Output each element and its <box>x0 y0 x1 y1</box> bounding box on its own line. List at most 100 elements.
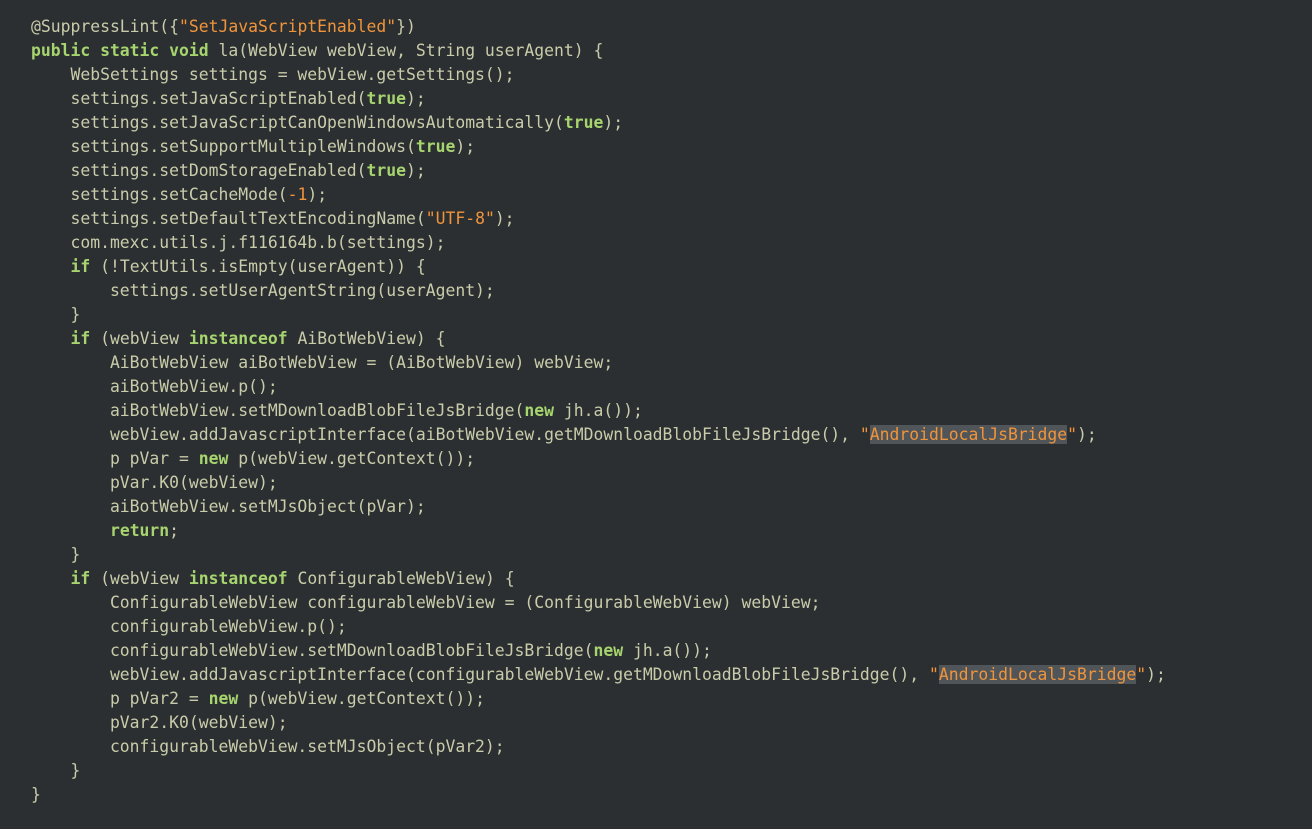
code-line: settings.setDomStorageEnabled(true); <box>31 159 1166 183</box>
code-line: configurableWebView.setMDownloadBlobFile… <box>31 639 1166 663</box>
code-text: aiBotWebView.setMJsObject(pVar); <box>31 497 426 516</box>
code-text: p(webView.getContext()); <box>238 689 485 708</box>
code-keyword: if <box>70 569 91 588</box>
code-line: webView.addJavascriptInterface(aiBotWebV… <box>31 423 1166 447</box>
code-text: com.mexc.utils.j.f116164b.b(settings); <box>31 233 446 252</box>
code-text: (webView <box>90 329 189 348</box>
code-text: WebSettings settings = webView.getSettin… <box>31 65 515 84</box>
code-line: configurableWebView.p(); <box>31 615 1166 639</box>
code-text: configurableWebView.p(); <box>31 617 347 636</box>
code-line: settings.setJavaScriptCanOpenWindowsAuto… <box>31 111 1166 135</box>
code-line: return; <box>31 519 1166 543</box>
code-text: ConfigurableWebView) { <box>287 569 515 588</box>
code-text: AiBotWebView aiBotWebView = (AiBotWebVie… <box>31 353 614 372</box>
code-line: webView.addJavascriptInterface(configura… <box>31 663 1166 687</box>
code-keyword: instanceof <box>188 329 288 348</box>
code-line: aiBotWebView.setMDownloadBlobFileJsBridg… <box>31 399 1166 423</box>
code-string: " <box>859 425 870 444</box>
code-text: configurableWebView.setMDownloadBlobFile… <box>31 641 594 660</box>
code-highlighted-string: AndroidLocalJsBridge <box>869 425 1068 444</box>
code-line: configurableWebView.setMJsObject(pVar2); <box>31 735 1166 759</box>
code-keyword: true <box>415 137 456 156</box>
code-string: " <box>929 665 939 684</box>
code-line: } <box>31 783 1166 807</box>
code-line: } <box>31 303 1166 327</box>
code-line: settings.setJavaScriptEnabled(true); <box>31 87 1166 111</box>
code-editor[interactable]: @SuppressLint({"SetJavaScriptEnabled"}) p… <box>0 0 1312 829</box>
code-string: "UTF-8" <box>425 209 495 228</box>
code-line: if (!TextUtils.isEmpty(userAgent)) { <box>31 255 1166 279</box>
code-line: } <box>31 759 1166 783</box>
code-text: ); <box>494 209 515 228</box>
code-text: settings.setSupportMultipleWindows( <box>31 137 416 156</box>
code-line: pVar.K0(webView); <box>31 471 1166 495</box>
code-text: pVar2.K0(webView); <box>31 713 288 732</box>
code-text: settings.setUserAgentString(userAgent); <box>31 281 495 300</box>
code-text: ConfigurableWebView configurableWebView … <box>31 593 821 612</box>
code-text: ); <box>455 137 476 156</box>
code-string: "SetJavaScriptEnabled" <box>179 17 397 36</box>
code-text: configurableWebView.setMJsObject(pVar2); <box>31 737 505 756</box>
code-keyword: new <box>198 449 229 468</box>
code-text: settings.setCacheMode( <box>31 185 288 204</box>
code-line: WebSettings settings = webView.getSettin… <box>31 63 1166 87</box>
code-line: pVar2.K0(webView); <box>31 711 1166 735</box>
code-text: aiBotWebView.setMDownloadBlobFileJsBridg… <box>31 401 525 420</box>
code-text: @SuppressLint({ <box>31 17 180 36</box>
code-keyword: new <box>593 641 624 660</box>
code-line: AiBotWebView aiBotWebView = (AiBotWebVie… <box>31 351 1166 375</box>
code-line: p pVar = new p(webView.getContext()); <box>31 447 1166 471</box>
code-text: ; <box>169 521 180 540</box>
code-keyword: true <box>563 113 604 132</box>
code-line: settings.setDefaultTextEncodingName("UTF… <box>31 207 1166 231</box>
code-text: } <box>31 761 81 780</box>
code-text: AiBotWebView) { <box>287 329 446 348</box>
code-text: ); <box>406 161 426 180</box>
code-line: settings.setSupportMultipleWindows(true)… <box>31 135 1166 159</box>
code-line: @SuppressLint({"SetJavaScriptEnabled"}) <box>31 15 1166 39</box>
code-text: webView.addJavascriptInterface(aiBotWebV… <box>31 425 860 444</box>
code-keyword: new <box>524 401 555 420</box>
code-line: ConfigurableWebView configurableWebView … <box>31 591 1166 615</box>
code-number: -1 <box>287 185 308 204</box>
code-highlighted-string: AndroidLocalJsBridge <box>938 665 1137 684</box>
code-keyword: return <box>109 521 170 540</box>
code-text: } <box>31 305 81 324</box>
code-text: settings.setJavaScriptCanOpenWindowsAuto… <box>31 113 564 132</box>
code-text: } <box>31 545 81 564</box>
code-text: ); <box>1146 665 1166 684</box>
code-text: la(WebView webView, String userAgent) { <box>208 41 604 60</box>
code-text: ); <box>406 89 426 108</box>
code-line: com.mexc.utils.j.f116164b.b(settings); <box>31 231 1166 255</box>
code-line: settings.setUserAgentString(userAgent); <box>31 279 1166 303</box>
code-line: aiBotWebView.setMJsObject(pVar); <box>31 495 1166 519</box>
code-text: (webView <box>90 569 189 588</box>
code-keyword: if <box>70 257 91 276</box>
code-keyword: public static void <box>31 41 209 60</box>
code-text: ); <box>1077 425 1097 444</box>
code-text: pVar.K0(webView); <box>31 473 278 492</box>
code-text: settings.setJavaScriptEnabled( <box>31 89 367 108</box>
code-text: settings.setDomStorageEnabled( <box>31 161 367 180</box>
code-line: public static void la(WebView webView, S… <box>31 39 1166 63</box>
code-text: webView.addJavascriptInterface(configura… <box>31 665 929 684</box>
code-text: p pVar2 = <box>31 689 209 708</box>
code-text: jh.a()); <box>623 641 712 660</box>
code-text: ); <box>307 185 328 204</box>
code-line: aiBotWebView.p(); <box>31 375 1166 399</box>
code-text: settings.setDefaultTextEncodingName( <box>31 209 426 228</box>
code-text: (!TextUtils.isEmpty(userAgent)) { <box>90 257 426 276</box>
code-text: } <box>31 785 41 804</box>
code-string: " <box>1136 665 1147 684</box>
code-text: jh.a()); <box>554 401 643 420</box>
code-line: p pVar2 = new p(webView.getContext()); <box>31 687 1166 711</box>
code-line: if (webView instanceof ConfigurableWebVi… <box>31 567 1166 591</box>
code-block[interactable]: @SuppressLint({"SetJavaScriptEnabled"}) p… <box>31 15 1166 807</box>
code-keyword: true <box>366 161 406 180</box>
code-text: p(webView.getContext()); <box>228 449 476 468</box>
code-keyword: instanceof <box>188 569 288 588</box>
